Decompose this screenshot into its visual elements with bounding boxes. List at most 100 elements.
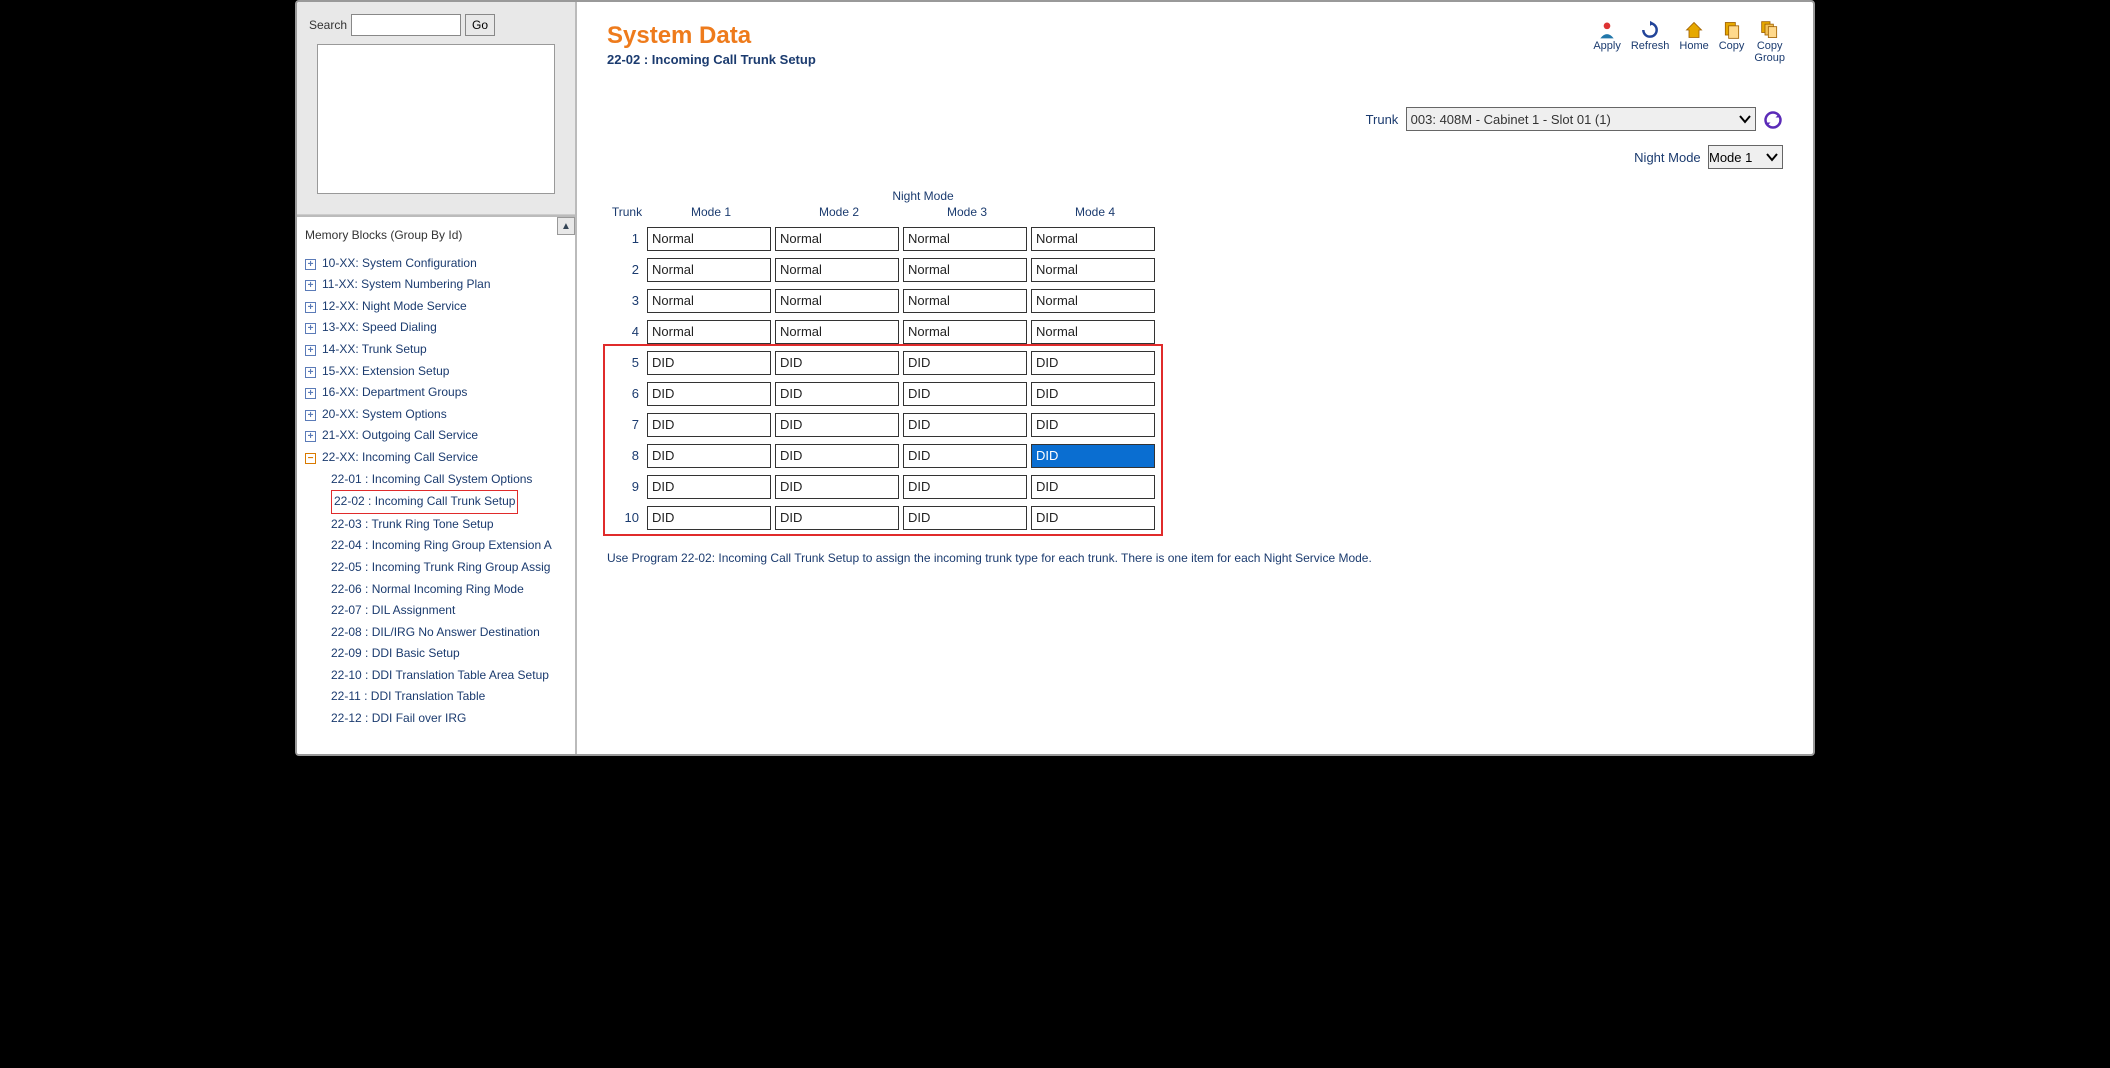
tree-sub-item[interactable]: 22-06 : Normal Incoming Ring Mode [331, 579, 571, 601]
mode-select[interactable]: Normal [647, 289, 771, 313]
tree-sub-item[interactable]: 22-12 : DDI Fail over IRG [331, 708, 571, 730]
tree-item[interactable]: +21-XX: Outgoing Call Service [305, 425, 571, 447]
mode-select[interactable]: Normal [1031, 320, 1155, 344]
mode-select[interactable]: Normal [647, 258, 771, 282]
expand-icon[interactable]: + [305, 345, 316, 356]
tree-item-label: 11-XX: System Numbering Plan [322, 277, 491, 291]
tree-heading: Memory Blocks (Group By Id) [305, 225, 571, 247]
mode-select[interactable]: DID [775, 506, 899, 530]
tree-sub-item[interactable]: 22-07 : DIL Assignment [331, 600, 571, 622]
mode-select[interactable]: DID [775, 351, 899, 375]
mode-select[interactable]: DID [1031, 475, 1155, 499]
apply-button[interactable]: Apply [1593, 20, 1621, 64]
mode-select[interactable]: DID [647, 475, 771, 499]
tree-item-label: 22-XX: Incoming Call Service [322, 450, 478, 464]
row-number: 10 [607, 510, 647, 525]
mode-select[interactable]: Normal [1031, 258, 1155, 282]
home-button[interactable]: Home [1679, 20, 1708, 64]
mode-select[interactable]: DID [775, 475, 899, 499]
night-mode-select[interactable]: Mode 1 [1708, 145, 1783, 169]
tree-sub-item[interactable]: 22-03 : Trunk Ring Tone Setup [331, 514, 571, 536]
mode-select[interactable]: DID [1031, 413, 1155, 437]
collapse-icon[interactable]: − [305, 453, 316, 464]
mode-select[interactable]: DID [647, 506, 771, 530]
tree-item[interactable]: +12-XX: Night Mode Service [305, 296, 571, 318]
expand-icon[interactable]: + [305, 280, 316, 291]
mode-select[interactable]: DID [775, 413, 899, 437]
mode-select[interactable]: DID [903, 413, 1027, 437]
mode-select[interactable]: Normal [775, 320, 899, 344]
row-number: 4 [607, 324, 647, 339]
mode-select[interactable]: DID [1031, 506, 1155, 530]
copy-button[interactable]: Copy [1719, 20, 1745, 64]
sidebar: Search Go ▲ Memory Blocks (Group By Id) … [297, 2, 577, 754]
tree-item[interactable]: +14-XX: Trunk Setup [305, 339, 571, 361]
mode-select[interactable]: DID [647, 351, 771, 375]
refresh-button[interactable]: Refresh [1631, 20, 1670, 64]
copy-group-button[interactable]: Copy Group [1754, 20, 1785, 64]
tree-item[interactable]: +13-XX: Speed Dialing [305, 317, 571, 339]
tree-item[interactable]: +15-XX: Extension Setup [305, 361, 571, 383]
mode-select[interactable]: DID [647, 413, 771, 437]
expand-icon[interactable]: + [305, 367, 316, 378]
mode-select[interactable]: DID [647, 444, 771, 468]
tree-sub-item[interactable]: 22-05 : Incoming Trunk Ring Group Assig [331, 557, 571, 579]
mode-select[interactable]: DID [1031, 382, 1155, 406]
mode-select[interactable]: Normal [647, 320, 771, 344]
mode-select[interactable]: Normal [903, 289, 1027, 313]
mode-select[interactable]: Normal [1031, 289, 1155, 313]
tree-sub-item[interactable]: 22-08 : DIL/IRG No Answer Destination [331, 622, 571, 644]
tree-item[interactable]: −22-XX: Incoming Call Service [305, 447, 571, 469]
mode-select[interactable]: Normal [775, 289, 899, 313]
mode-select[interactable]: Normal [903, 258, 1027, 282]
search-bar: Search Go [297, 2, 575, 215]
mode-select[interactable]: Normal [775, 227, 899, 251]
expand-icon[interactable]: + [305, 431, 316, 442]
search-input[interactable] [351, 14, 461, 36]
mode-select[interactable]: DID [647, 382, 771, 406]
search-go-button[interactable]: Go [465, 14, 495, 36]
tree-item-label: 10-XX: System Configuration [322, 256, 477, 270]
expand-icon[interactable]: + [305, 388, 316, 399]
tree-item[interactable]: +10-XX: System Configuration [305, 253, 571, 275]
mode-select[interactable]: DID [903, 444, 1027, 468]
tree-sub-item[interactable]: 22-04 : Incoming Ring Group Extension A [331, 535, 571, 557]
tree-item-label: 20-XX: System Options [322, 407, 447, 421]
copy-group-icon [1760, 20, 1780, 40]
tree-item[interactable]: +11-XX: System Numbering Plan [305, 274, 571, 296]
mode-select[interactable]: DID [903, 475, 1027, 499]
mode-select[interactable]: Normal [775, 258, 899, 282]
scroll-up-button[interactable]: ▲ [557, 217, 575, 235]
mode-select[interactable]: DID [775, 382, 899, 406]
tree-sub-item[interactable]: 22-01 : Incoming Call System Options [331, 469, 571, 491]
mode-select[interactable]: DID [775, 444, 899, 468]
expand-icon[interactable]: + [305, 302, 316, 313]
expand-icon[interactable]: + [305, 259, 316, 270]
expand-icon[interactable]: + [305, 323, 316, 334]
grid-header: Trunk Mode 1 Mode 2 Mode 3 Mode 4 [607, 205, 1783, 219]
table-row: 4NormalNormalNormalNormal [607, 316, 1783, 347]
tree-sub-item[interactable]: 22-02 : Incoming Call Trunk Setup [331, 490, 571, 514]
mode-select[interactable]: Normal [647, 227, 771, 251]
tree-item-label: 16-XX: Department Groups [322, 385, 467, 399]
mode-select[interactable]: Normal [903, 227, 1027, 251]
mode-select[interactable]: Normal [903, 320, 1027, 344]
selector-panel: Trunk 003: 408M - Cabinet 1 - Slot 01 (1… [607, 107, 1783, 169]
cycle-icon[interactable] [1763, 110, 1783, 130]
trunk-select[interactable]: 003: 408M - Cabinet 1 - Slot 01 (1) [1406, 107, 1756, 131]
mode-select[interactable]: Normal [1031, 227, 1155, 251]
mode-select[interactable]: DID [903, 351, 1027, 375]
tree-item[interactable]: +20-XX: System Options [305, 404, 571, 426]
tree-item-label: 12-XX: Night Mode Service [322, 299, 467, 313]
expand-icon[interactable]: + [305, 410, 316, 421]
mode-select[interactable]: DID [903, 382, 1027, 406]
tree-sub-item[interactable]: 22-11 : DDI Translation Table [331, 686, 571, 708]
tree-sub-item[interactable]: 22-10 : DDI Translation Table Area Setup [331, 665, 571, 687]
table-row: 3NormalNormalNormalNormal [607, 285, 1783, 316]
mode-select[interactable]: DID [1031, 351, 1155, 375]
mode-select[interactable]: DID [1031, 444, 1155, 468]
tree-item[interactable]: +16-XX: Department Groups [305, 382, 571, 404]
row-number: 6 [607, 386, 647, 401]
mode-select[interactable]: DID [903, 506, 1027, 530]
tree-sub-item[interactable]: 22-09 : DDI Basic Setup [331, 643, 571, 665]
